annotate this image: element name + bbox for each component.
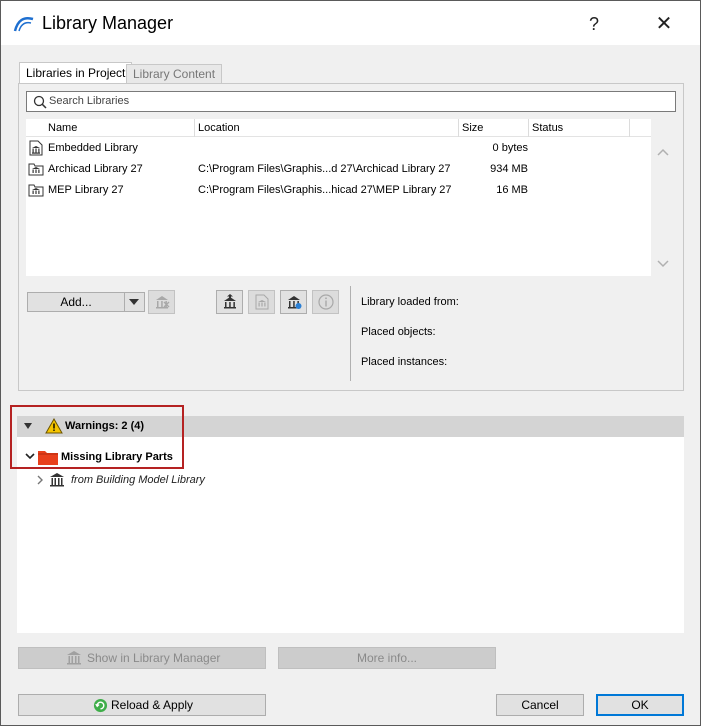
row-size: 934 MB bbox=[490, 163, 528, 175]
search-input[interactable]: Search Libraries bbox=[26, 91, 676, 112]
panel-divider bbox=[350, 286, 351, 381]
row-name: Embedded Library bbox=[48, 142, 138, 154]
library-tool-button-3[interactable] bbox=[280, 290, 307, 314]
search-placeholder: Search Libraries bbox=[49, 95, 130, 107]
library-loaded-from-label: Library loaded from: bbox=[361, 296, 459, 308]
reload-apply-button[interactable]: Reload & Apply bbox=[18, 694, 266, 716]
row-size: 0 bytes bbox=[492, 142, 528, 154]
building-model-library-label: from Building Model Library bbox=[71, 474, 205, 486]
close-button[interactable]: ✕ bbox=[649, 9, 679, 39]
table-row[interactable]: MEP Library 27 C:\Program Files\Graphis.… bbox=[26, 180, 651, 201]
library-tool-button-1[interactable] bbox=[216, 290, 243, 314]
show-in-library-manager-button[interactable]: Show in Library Manager bbox=[18, 647, 266, 669]
column-name-header[interactable]: Name bbox=[48, 122, 77, 134]
library-folder-icon bbox=[28, 184, 44, 197]
library-document-icon bbox=[255, 294, 269, 310]
row-location: C:\Program Files\Graphis...hicad 27\MEP … bbox=[198, 184, 452, 196]
library-arrow-icon bbox=[224, 294, 236, 309]
column-divider[interactable] bbox=[194, 119, 195, 137]
placed-instances-label: Placed instances: bbox=[361, 356, 448, 368]
column-status-header[interactable]: Status bbox=[532, 122, 563, 134]
embedded-library-icon bbox=[29, 140, 43, 156]
table-row[interactable]: Embedded Library 0 bytes bbox=[26, 138, 651, 159]
add-library-button[interactable]: Add... bbox=[27, 292, 145, 312]
search-icon bbox=[33, 95, 47, 109]
library-tool-button-2[interactable] bbox=[248, 290, 275, 314]
show-in-library-manager-label: Show in Library Manager bbox=[87, 651, 221, 665]
row-name: Archicad Library 27 bbox=[48, 163, 143, 175]
chevron-down-icon[interactable] bbox=[129, 299, 139, 305]
library-sync-icon bbox=[288, 296, 302, 309]
ok-button[interactable]: OK bbox=[596, 694, 684, 716]
placed-objects-label: Placed objects: bbox=[361, 326, 436, 338]
reload-apply-label: Reload & Apply bbox=[111, 698, 194, 712]
table-row[interactable]: Archicad Library 27 C:\Program Files\Gra… bbox=[26, 159, 651, 180]
scroll-up-icon[interactable] bbox=[655, 145, 671, 159]
row-name: MEP Library 27 bbox=[48, 184, 124, 196]
window-title: Library Manager bbox=[42, 13, 174, 33]
library-icon bbox=[67, 651, 81, 665]
info-icon bbox=[318, 294, 334, 310]
remove-library-icon bbox=[156, 296, 170, 309]
column-location-header[interactable]: Location bbox=[198, 122, 240, 134]
column-divider[interactable] bbox=[458, 119, 459, 137]
library-folder-icon bbox=[28, 163, 44, 176]
title-bar: Library Manager ? ✕ bbox=[1, 1, 700, 45]
tab-library-content[interactable]: Library Content bbox=[126, 64, 223, 84]
chevron-right-icon[interactable] bbox=[35, 475, 45, 485]
library-list: Name Location Size Status Embedded Libra… bbox=[26, 119, 651, 276]
list-header: Name Location Size Status bbox=[26, 119, 651, 137]
row-location: C:\Program Files\Graphis...d 27\Archicad… bbox=[198, 163, 451, 175]
column-divider[interactable] bbox=[629, 119, 630, 137]
reload-icon bbox=[93, 698, 108, 713]
archicad-logo-icon bbox=[13, 17, 34, 32]
library-manager-window: Library Manager ? ✕ Libraries in Project… bbox=[0, 0, 701, 726]
building-model-library-item[interactable]: from Building Model Library bbox=[17, 470, 417, 490]
tab-libraries-in-project[interactable]: Libraries in Project bbox=[19, 62, 133, 85]
more-info-button[interactable]: More info... bbox=[278, 647, 496, 669]
scroll-down-icon[interactable] bbox=[655, 257, 671, 271]
add-button-label: Add... bbox=[60, 295, 92, 309]
library-info-button[interactable] bbox=[312, 290, 339, 314]
help-button[interactable]: ? bbox=[579, 9, 609, 39]
warning-highlight-box bbox=[10, 405, 184, 469]
add-dropdown-divider bbox=[124, 293, 125, 311]
column-divider[interactable] bbox=[528, 119, 529, 137]
remove-library-button[interactable] bbox=[148, 290, 175, 314]
row-size: 16 MB bbox=[496, 184, 528, 196]
cancel-button[interactable]: Cancel bbox=[496, 694, 584, 716]
library-icon bbox=[50, 473, 64, 487]
column-size-header[interactable]: Size bbox=[462, 122, 483, 134]
